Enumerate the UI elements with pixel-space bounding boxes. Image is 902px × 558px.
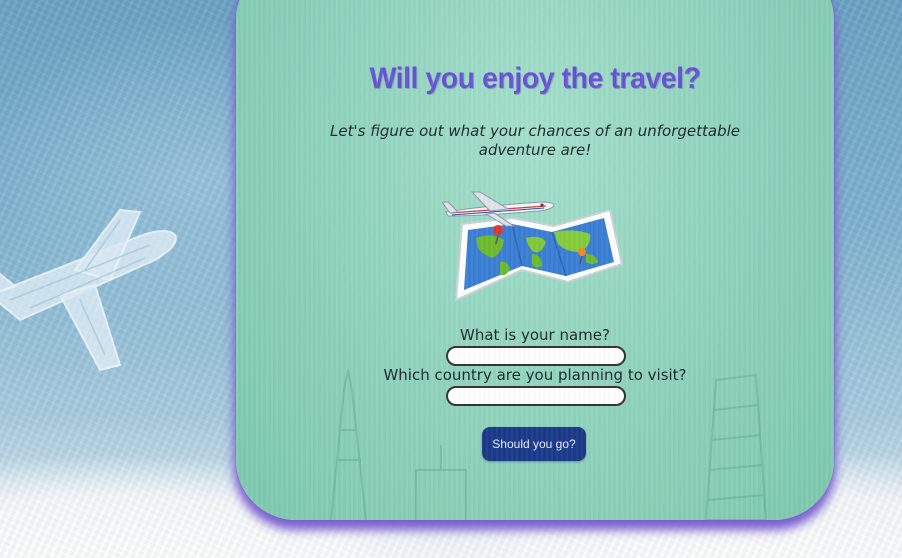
should-you-go-button[interactable]: Should you go?: [482, 427, 586, 461]
country-label: Which country are you planning to visit?: [383, 366, 687, 384]
quiz-card: Will you enjoy the travel? Let's figure …: [236, 0, 834, 520]
page-subtitle: Let's figure out what your chances of an…: [330, 122, 740, 159]
name-input[interactable]: [446, 346, 626, 366]
page-title: Will you enjoy the travel?: [369, 62, 701, 95]
airplane-sketch-icon: [0, 208, 177, 372]
world-map-airplane-icon: [442, 191, 624, 302]
country-input[interactable]: [446, 386, 626, 406]
name-label: What is your name?: [460, 326, 610, 344]
